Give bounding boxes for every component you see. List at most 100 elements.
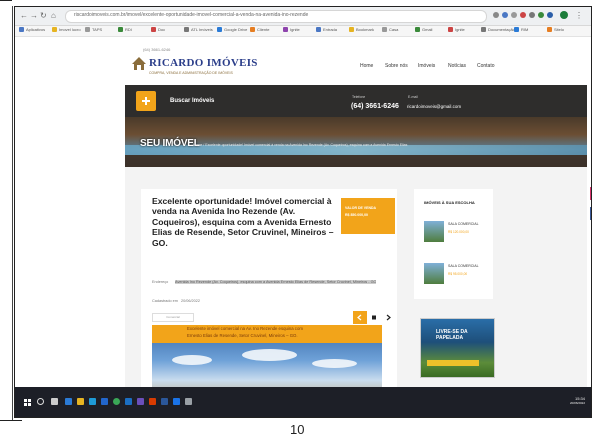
phone-label: Telefone [352,95,366,99]
carousel-prev-button[interactable] [353,311,367,324]
menu-dots-icon[interactable]: ⋮ [575,12,583,20]
taskbar-app-icon[interactable] [185,398,192,405]
sidebar-item-thumb[interactable] [424,221,444,242]
bookmark-icon [184,27,189,33]
extension-icon[interactable] [493,12,499,18]
photo-cloud [242,349,297,361]
address-value: Avenida Ino Rezende (Av. Coqueiros), esq… [175,280,377,284]
site-logo[interactable]: RICARDO IMÓVEIS [149,57,258,69]
taskbar-app-icon[interactable] [137,398,144,405]
bookmark-item[interactable]: RDI [118,27,132,33]
browser-toolbar: ← → ↻ ⌂ riscardoimoveis.com.br/imovel/ex… [15,7,591,26]
bookmark-item[interactable]: Ignite [283,27,300,33]
menu-properties[interactable]: Imóveis [418,63,435,69]
bookmark-icon [349,27,354,33]
back-icon[interactable]: ← [20,12,28,20]
extension-icon[interactable] [502,12,508,18]
sidebar-item-name[interactable]: SALA COMERCIAL [448,264,479,268]
bookmark-item[interactable]: Sitelo [547,27,565,33]
bookmark-item[interactable]: Cliente [250,27,270,33]
chevron-right-icon [386,314,391,321]
bookmark-label: Bookmark [356,27,375,32]
header-phone: (64) 3661-6246 [143,47,171,52]
forward-icon[interactable]: → [30,12,38,20]
instagram-icon[interactable] [590,187,591,200]
taskbar-app-icon[interactable] [101,398,108,405]
bookmark-item[interactable]: Imovel lucro [52,27,81,33]
bookmark-label: Cliente [257,27,270,32]
task-view-icon[interactable] [51,398,58,405]
bookmark-label: Sitelo [554,27,565,32]
bookmark-item[interactable]: Documentação [481,27,515,33]
address-bar[interactable]: riscardoimoveis.com.br/imovel/excelente-… [65,10,487,23]
home-icon[interactable]: ⌂ [51,12,56,20]
extension-icon[interactable] [520,12,526,18]
category-tag[interactable]: Comercial [152,313,194,322]
bookmark-icon [19,27,24,33]
email-address[interactable]: ricardoimoveis@gmail.com [407,104,461,109]
extension-icon[interactable] [547,12,553,18]
file-explorer-icon[interactable] [77,398,84,405]
chevron-left-icon [357,314,362,321]
facebook-icon[interactable] [590,207,591,220]
menu-news[interactable]: Notícias [448,63,466,69]
ad-text: LIVRE-SE DA PAPELADA [436,329,468,341]
bookmark-label: RIM [521,27,529,32]
bookmark-item[interactable]: Google Drive [217,27,247,33]
bookmark-item[interactable]: Bookmark [349,27,375,33]
bookmark-item[interactable]: Aplicativos [19,27,45,33]
carousel-next-button[interactable] [381,311,395,324]
bookmark-item[interactable]: RIM [514,27,529,33]
search-label[interactable]: Buscar Imóveis [170,98,214,104]
photo-cloud [172,355,212,365]
sidebar-item-thumb[interactable] [424,263,444,284]
bookmark-icon [514,27,519,33]
taskbar-app-icon[interactable] [149,398,156,405]
windows-start-icon[interactable] [24,399,31,406]
bookmark-item[interactable]: Casa [382,27,399,33]
extension-icon[interactable] [538,12,544,18]
chrome-icon[interactable] [113,398,120,405]
taskbar-app-icon[interactable] [65,398,72,405]
search-toggle-button[interactable] [136,91,156,111]
bookmark-label: Entrada [323,27,338,32]
document-corner-line [0,0,12,1]
reload-icon[interactable]: ↻ [40,12,47,20]
document-bottom-line [0,420,22,421]
bookmark-icon [415,27,420,33]
word-icon[interactable] [161,398,168,405]
photo-caption-line-2: Ernesto Elias de Resende, Setor Cruvinel… [187,333,298,338]
carousel-pause-button[interactable] [367,311,381,324]
bookmark-item[interactable]: TAPS [85,27,102,33]
bookmark-icon [52,27,57,33]
plus-icon [142,97,150,105]
price-value: R$ 850.000,00 [345,213,368,217]
search-icon[interactable] [37,398,44,405]
bookmark-label: Casa [389,27,399,32]
sidebar-ad-banner[interactable] [420,318,495,378]
bookmark-item[interactable]: Gmail [415,27,432,33]
profile-avatar[interactable] [560,11,568,19]
taskbar-app-icon[interactable] [89,398,96,405]
bookmark-item[interactable]: Entrada [316,27,338,33]
taskbar-app-icon[interactable] [173,398,180,405]
menu-home[interactable]: Home [360,63,373,69]
taskbar-clock[interactable]: 15:34 20/06/2022 [570,396,585,406]
sidebar-item-name[interactable]: SALA COMERCIAL [448,222,479,226]
address-label: Endereço [152,280,169,284]
menu-about[interactable]: Sobre nós [385,63,408,69]
phone-number[interactable]: (64) 3661-6246 [351,103,399,110]
bookmark-item[interactable]: ATL Imóveis [184,27,213,33]
extension-icon[interactable] [511,12,517,18]
bookmark-item[interactable]: Doc [151,27,165,33]
bookmark-icon [217,27,222,33]
square-icon [372,315,376,320]
breadcrumb[interactable]: Home / Excelente oportunidade! Imóvel co… [193,143,407,147]
taskbar-app-icon[interactable] [125,398,132,405]
page-number: 10 [290,422,305,437]
bookmark-icon [283,27,288,33]
bookmark-item[interactable]: Ignite [448,27,465,33]
extension-icon[interactable] [529,12,535,18]
bookmarks-bar: Aplicativos Imovel lucro TAPS RDI Doc ATL Imó… [15,26,591,37]
menu-contact[interactable]: Contato [477,63,495,69]
